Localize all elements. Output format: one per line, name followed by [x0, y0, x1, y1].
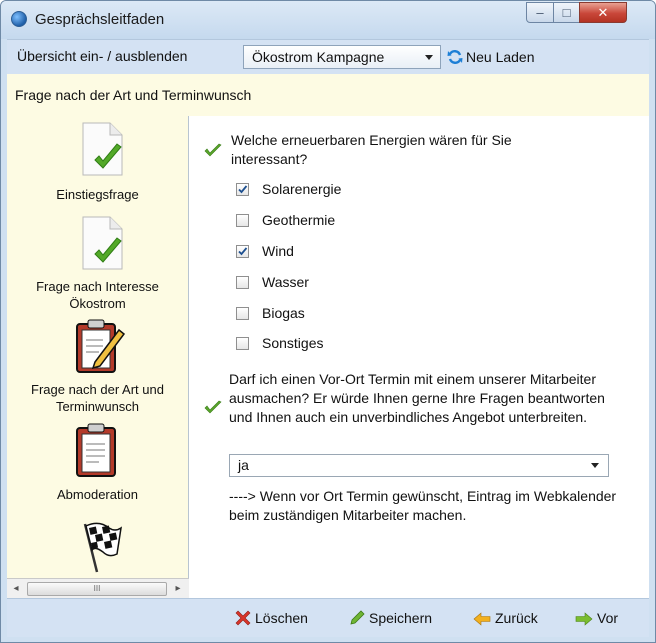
question-renewables: Welche erneuerbaren Energien wären für S…: [231, 132, 512, 167]
step-label: Abmoderation: [57, 487, 138, 502]
checkered-flag-icon: [83, 522, 122, 573]
checkbox-geothermie[interactable]: [236, 214, 249, 227]
scroll-right-button[interactable]: ▸: [171, 581, 185, 597]
reload-button[interactable]: Neu Laden: [447, 46, 535, 68]
step-label: Einstiegsfrage: [56, 187, 139, 202]
appointment-answer-select[interactable]: ja: [229, 454, 609, 477]
toggle-overview-button[interactable]: Übersicht ein- / ausblenden: [17, 48, 187, 64]
arrow-right-icon: [575, 612, 593, 626]
document-check-icon: [82, 122, 123, 176]
clipboard-icon: [76, 423, 116, 477]
answer-select-value: ja: [238, 457, 249, 473]
chevron-down-icon: [425, 55, 433, 60]
checkmark-icon: [204, 400, 222, 414]
step-label: Frage nach der Art und Terminwunsch: [31, 382, 164, 414]
appointment-hint: ----> Wenn vor Ort Termin gewünscht, Ein…: [229, 488, 617, 523]
guide-window: Gesprächsleitfaden ‒ □ ✕ Übersicht ein- …: [0, 0, 656, 643]
back-label: Zurück: [495, 610, 538, 626]
option-label: Biogas: [262, 305, 305, 321]
option-label: Solarenergie: [262, 181, 342, 197]
arrow-left-icon: [473, 612, 491, 626]
steps-sidebar: Einstiegsfrage Frage nach Interesse Ökos…: [7, 116, 189, 578]
step-label: Frage nach Interesse Ökostrom: [36, 279, 159, 311]
option-label: Wind: [262, 243, 294, 259]
sidebar-horizontal-scrollbar[interactable]: ◂ III ▸: [7, 578, 189, 599]
window-title: Gesprächsleitfaden: [35, 11, 165, 28]
chevron-down-icon: [591, 463, 599, 468]
campaign-select[interactable]: Ökostrom Kampagne: [243, 45, 441, 69]
save-label: Speichern: [369, 610, 433, 626]
save-button[interactable]: Speichern: [349, 609, 432, 627]
toolbar: Übersicht ein- / ausblenden Ökostrom Kam…: [7, 39, 649, 75]
checkbox-biogas[interactable]: [236, 307, 249, 320]
title-bar[interactable]: Gesprächsleitfaden ‒ □ ✕: [1, 1, 655, 39]
checkbox-wind[interactable]: [236, 245, 249, 258]
action-bar: Löschen Speichern Zurück Vor: [7, 598, 649, 637]
question-panel: Welche erneuerbaren Energien wären für S…: [189, 116, 649, 598]
checkmark-icon: [204, 143, 222, 157]
clipboard-pencil-icon: [76, 319, 126, 373]
scroll-thumb[interactable]: III: [27, 582, 167, 596]
delete-label: Löschen: [255, 610, 308, 626]
check-icon: [238, 247, 248, 256]
document-check-icon: [82, 216, 123, 270]
question-appointment: Darf ich einen Vor-Ort Termin mit einem …: [229, 371, 605, 425]
next-label: Vor: [597, 610, 619, 626]
reload-label: Neu Laden: [466, 49, 535, 65]
checkbox-wasser[interactable]: [236, 276, 249, 289]
refresh-icon: [447, 50, 463, 64]
check-icon: [238, 185, 248, 194]
close-button[interactable]: ✕: [579, 2, 627, 23]
back-button[interactable]: Zurück: [473, 609, 538, 627]
option-label: Wasser: [262, 274, 309, 290]
option-label: Geothermie: [262, 212, 336, 228]
delete-button[interactable]: Löschen: [235, 609, 308, 627]
delete-x-icon: [235, 610, 251, 626]
pencil-icon: [350, 610, 365, 625]
checkbox-sonstiges[interactable]: [236, 337, 249, 350]
option-label: Sonstiges: [262, 335, 324, 351]
section-header: Frage nach der Art und Terminwunsch: [7, 74, 649, 117]
next-button[interactable]: Vor: [575, 609, 618, 627]
scroll-left-button[interactable]: ◂: [9, 581, 23, 597]
maximize-button[interactable]: □: [553, 2, 580, 23]
campaign-select-value: Ökostrom Kampagne: [252, 49, 385, 65]
section-title: Frage nach der Art und Terminwunsch: [15, 87, 252, 103]
minimize-button[interactable]: ‒: [526, 2, 554, 23]
app-globe-icon: [11, 11, 27, 27]
checkbox-solarenergie[interactable]: [236, 183, 249, 196]
